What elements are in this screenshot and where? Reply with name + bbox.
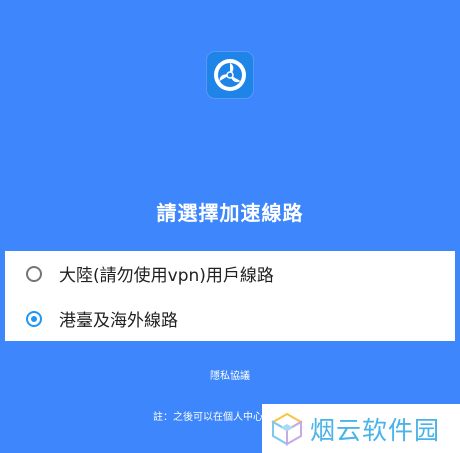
app-icon — [207, 52, 253, 98]
route-option-overseas[interactable]: 港臺及海外線路 — [5, 296, 455, 341]
shield-fan-icon — [214, 59, 246, 91]
watermark: 烟云软件园 — [262, 404, 460, 453]
radio-button-mainland[interactable] — [26, 265, 42, 282]
page-title: 請選擇加速線路 — [156, 201, 304, 225]
cube-logo-icon — [270, 412, 304, 446]
settings-note: 註：之後可以在個人中心 — [153, 412, 263, 423]
privacy-policy-link[interactable]: 隱私協議 — [0, 367, 460, 382]
watermark-text: 烟云软件园 — [310, 415, 441, 445]
route-option-mainland[interactable]: 大陸(請勿使用vpn)用戶線路 — [5, 251, 455, 296]
route-option-label: 大陸(請勿使用vpn)用戶線路 — [59, 266, 274, 286]
route-option-label: 港臺及海外線路 — [59, 311, 178, 331]
route-options-list: 大陸(請勿使用vpn)用戶線路 港臺及海外線路 — [5, 251, 455, 341]
radio-button-overseas[interactable] — [26, 310, 42, 327]
